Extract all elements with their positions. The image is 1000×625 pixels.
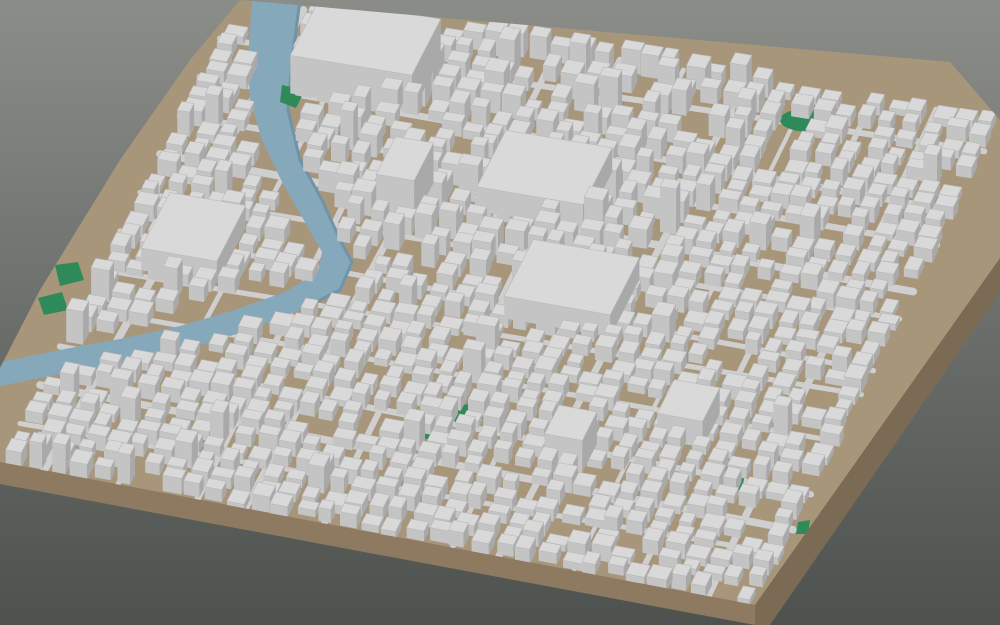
building [402, 81, 423, 116]
building-wall-front [96, 370, 110, 389]
building [695, 172, 716, 212]
building [772, 394, 793, 437]
building-wall-front [318, 507, 331, 524]
building [448, 519, 469, 548]
building [538, 541, 562, 565]
building [757, 257, 776, 281]
building [329, 330, 350, 357]
building [561, 503, 586, 526]
building [155, 287, 180, 315]
building [339, 502, 362, 529]
map-viewport[interactable] [0, 0, 1000, 625]
building-wall-front [773, 404, 788, 437]
building [469, 247, 492, 279]
building-wall-front [671, 88, 687, 116]
building-wall-front [421, 242, 435, 269]
building-wall-front [337, 227, 351, 244]
building [744, 330, 762, 356]
building [496, 533, 519, 557]
building-wall-front [529, 35, 547, 61]
building [607, 555, 629, 576]
building [470, 96, 491, 128]
building [738, 483, 761, 509]
building-wall-front [330, 475, 344, 494]
building [895, 128, 918, 149]
building [819, 422, 845, 447]
building-wall-front [444, 300, 460, 318]
building [444, 290, 465, 318]
building [51, 432, 72, 475]
building-wall-front [331, 142, 346, 164]
building-wall-front [708, 114, 725, 139]
building-wall-front [857, 114, 871, 130]
building-wall-front [303, 155, 321, 174]
building [188, 276, 209, 303]
building [420, 233, 440, 269]
building [183, 471, 205, 498]
building-wall-front [117, 452, 131, 485]
building-wall-front [52, 442, 66, 475]
building [217, 266, 241, 294]
building [176, 101, 195, 137]
building [204, 477, 227, 503]
building [317, 499, 336, 524]
building [804, 355, 826, 381]
building [65, 297, 90, 345]
building-wall-front [832, 354, 847, 372]
building [28, 431, 47, 470]
building-wall-front [383, 222, 400, 251]
building-wall-front [468, 493, 481, 510]
building [752, 454, 772, 481]
building-wall-front [660, 186, 677, 235]
building-wall-front [29, 440, 42, 470]
building [627, 375, 650, 395]
building [440, 443, 460, 469]
building [671, 77, 693, 116]
building [162, 466, 187, 495]
building [594, 333, 618, 363]
building [117, 442, 136, 485]
building-wall-front [177, 110, 190, 137]
building-wall-front [543, 65, 556, 83]
building-wall-front [403, 90, 418, 116]
building [330, 134, 350, 164]
building [748, 564, 768, 588]
building [233, 465, 256, 494]
building-wall-front [640, 53, 659, 79]
building-wall-front [269, 271, 285, 288]
building [493, 439, 514, 465]
building [175, 399, 200, 421]
building-wall-front [700, 86, 718, 105]
building-wall-front [353, 245, 366, 260]
building [330, 466, 349, 494]
building [24, 399, 49, 425]
building [699, 77, 723, 105]
building [406, 518, 430, 542]
city-model-canvas[interactable] [0, 0, 1000, 625]
building [383, 211, 406, 251]
building-wall-front [696, 183, 710, 212]
building [669, 471, 690, 497]
building [718, 188, 743, 213]
building-wall-front [66, 308, 84, 345]
building-wall-front [318, 169, 338, 194]
building [659, 177, 681, 235]
building-wall-front [329, 338, 346, 357]
building [94, 456, 116, 481]
building [571, 333, 593, 357]
building [790, 92, 815, 120]
building-wall-front [745, 338, 758, 356]
building [96, 309, 120, 334]
building [703, 264, 726, 288]
